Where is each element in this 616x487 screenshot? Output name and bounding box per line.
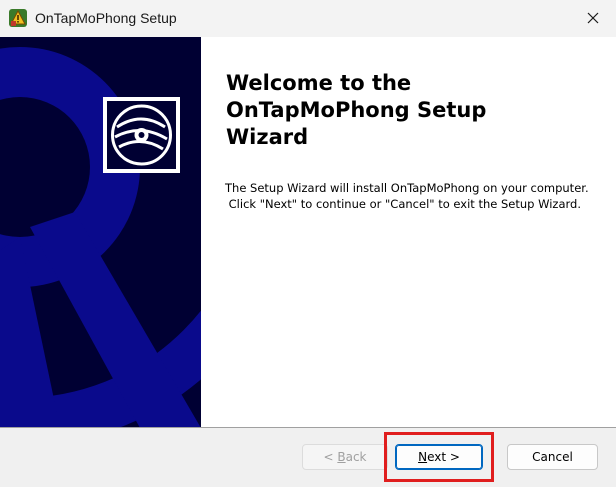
next-button[interactable]: Next > [395,444,483,470]
cd-disc-icon [103,97,180,173]
banner-disc-graphic [0,37,201,428]
description-line: Click "Next" to continue or "Cancel" to … [225,197,581,211]
description-line: The Setup Wizard will install OnTapMoPho… [225,181,589,195]
window-title: OnTapMoPhong Setup [35,10,177,26]
cancel-label: Cancel [532,450,573,464]
back-button[interactable]: < Back [302,444,388,470]
heading-line: Welcome to the [226,71,412,95]
next-label-key: N [418,450,428,464]
welcome-panel: Welcome to the OnTapMoPhong Setup Wizard… [201,37,616,428]
heading-line: OnTapMoPhong Setup [226,98,487,122]
close-icon [587,9,599,28]
heading-line: Wizard [226,125,309,149]
welcome-description: The Setup Wizard will install OnTapMoPho… [225,180,610,212]
setup-window: OnTapMoPhong Setup Welcome to the OnTapM… [0,0,616,487]
welcome-heading: Welcome to the OnTapMoPhong Setup Wizard [226,70,606,151]
next-label-rest: ext > [427,450,460,464]
back-label-prefix: < [323,450,338,464]
button-bar: < Back Next > Cancel [0,428,616,487]
title-bar[interactable]: OnTapMoPhong Setup [0,0,616,37]
banner-image [0,37,201,428]
installer-warning-icon [8,8,28,28]
back-label-key: B [337,450,346,464]
close-button[interactable] [570,0,616,37]
back-label-rest: ack [345,450,367,464]
cancel-button[interactable]: Cancel [507,444,598,470]
